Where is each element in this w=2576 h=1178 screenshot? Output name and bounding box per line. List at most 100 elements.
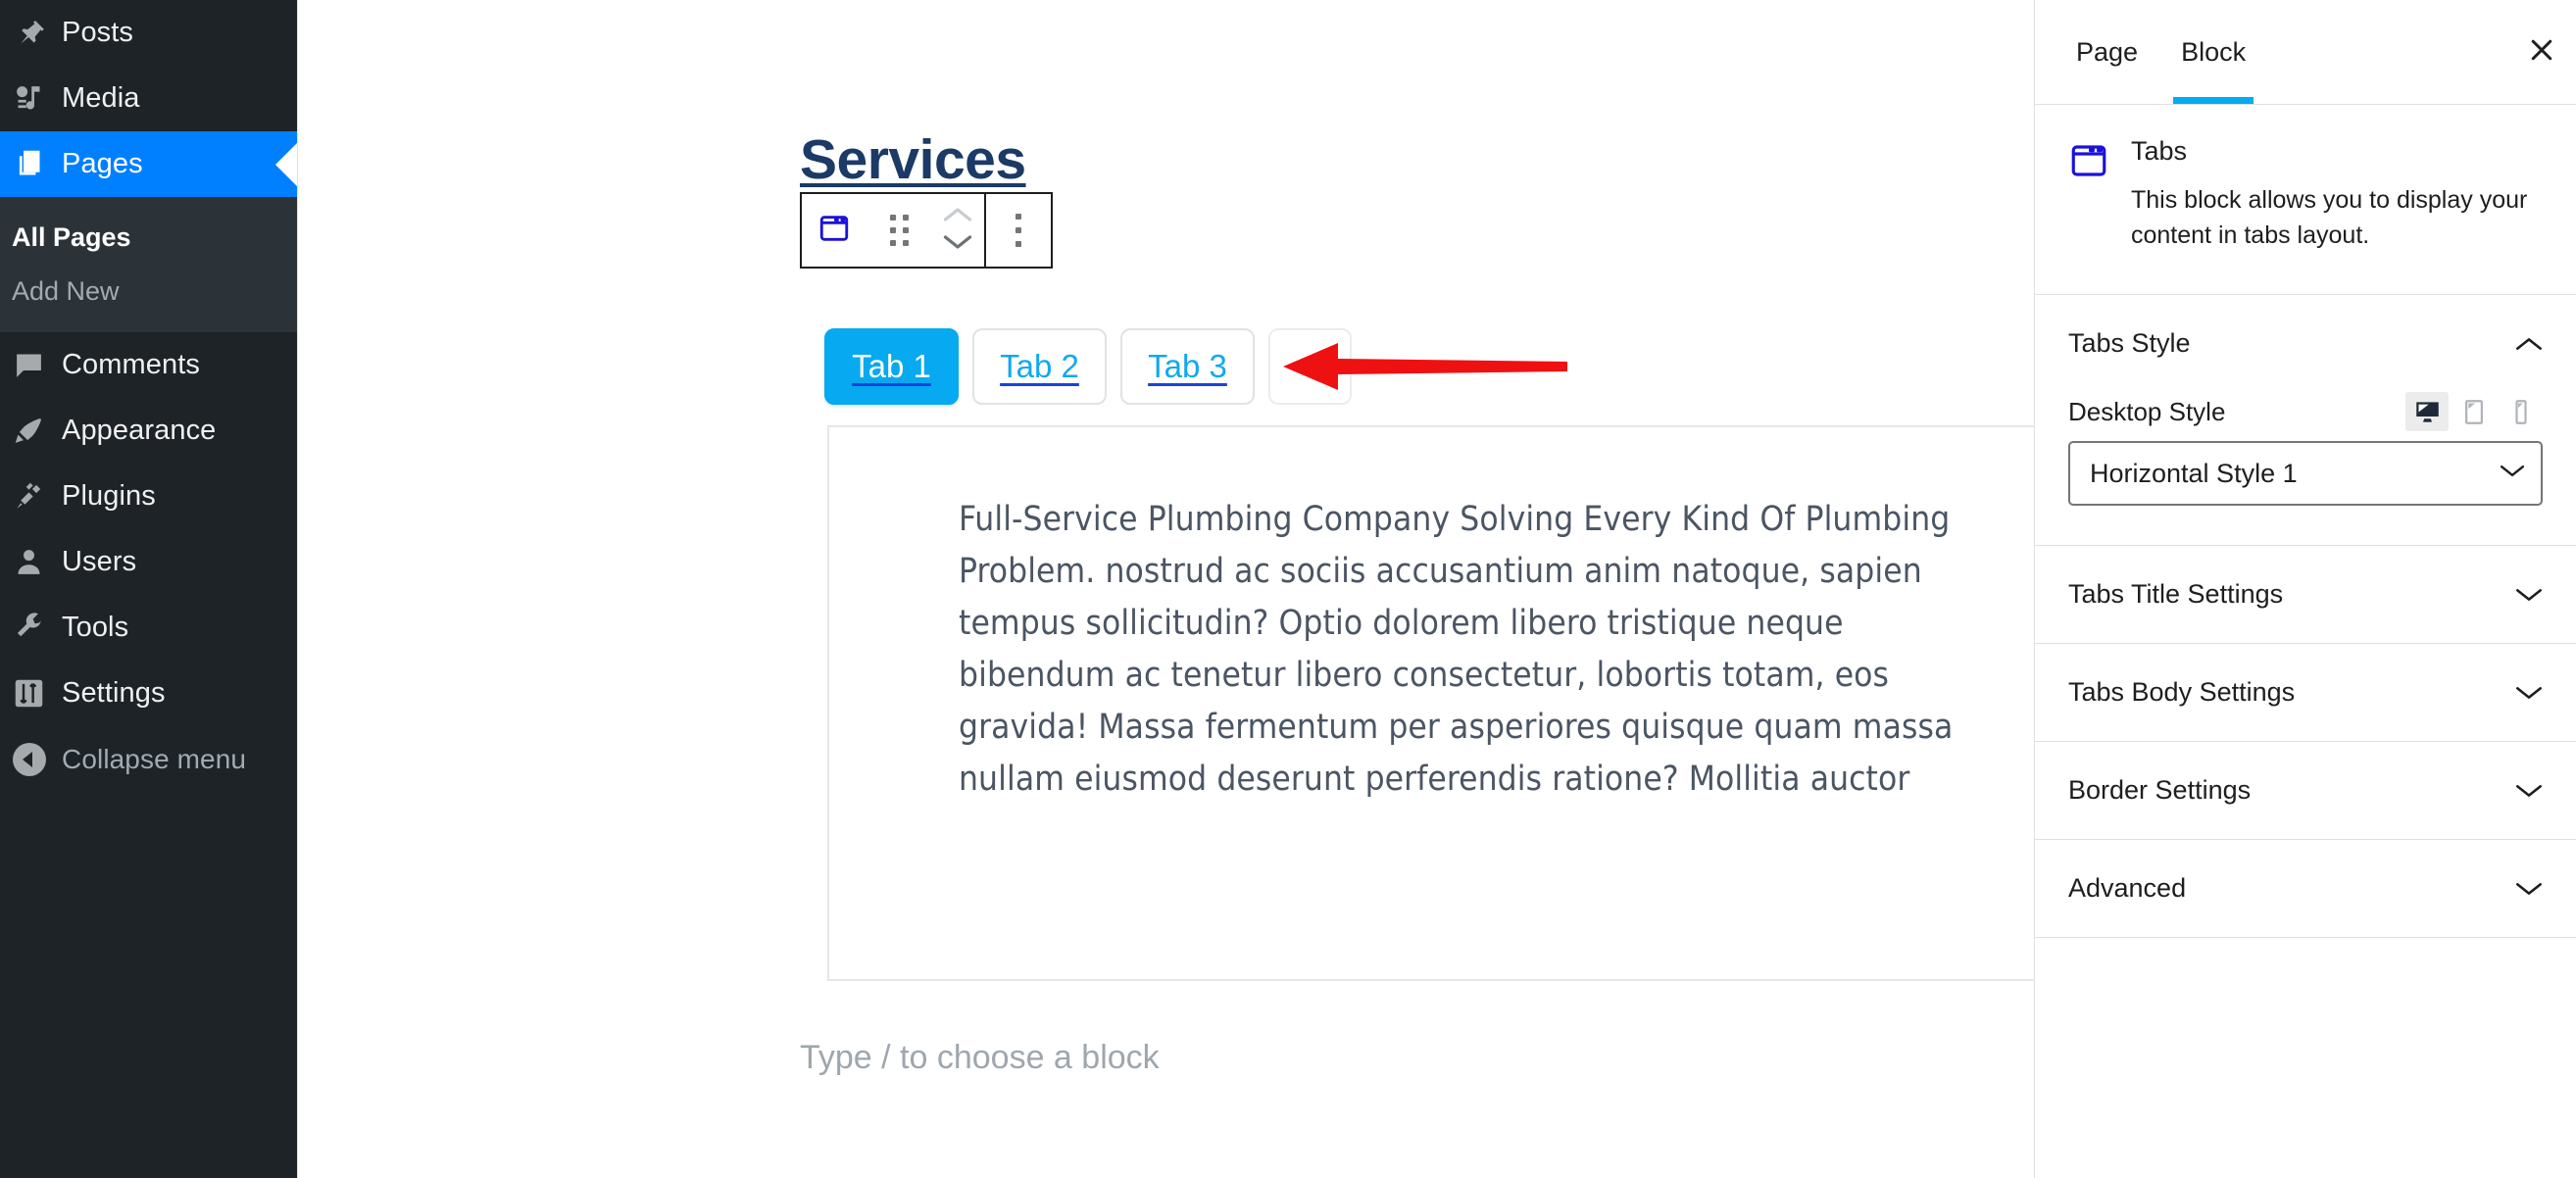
- page-title[interactable]: Services: [800, 127, 1026, 192]
- more-options-button[interactable]: [986, 194, 1051, 267]
- tab-label: Tab 3: [1148, 348, 1227, 384]
- chevron-up-icon[interactable]: [943, 206, 972, 228]
- ellipsis-vertical-icon: [1016, 214, 1021, 247]
- tab-label: Tab 2: [1000, 348, 1079, 384]
- tab-body-text[interactable]: Full-Service Plumbing Company Solving Ev…: [959, 494, 1958, 806]
- panel-title: Tabs Body Settings: [2068, 677, 2296, 707]
- panel-tabs-style-body: Desktop Style Horizontal Style 1: [2035, 392, 2576, 545]
- chevron-down-icon[interactable]: [943, 233, 972, 256]
- tab-button-2[interactable]: Tab 2: [972, 328, 1107, 405]
- sidebar-item-media[interactable]: Media: [0, 66, 297, 131]
- chevron-down-icon: [2515, 586, 2543, 604]
- editor-canvas[interactable]: Services Tab 1 Tab 2 Tab 3 + Full-Servic…: [297, 0, 2034, 1178]
- tab-block[interactable]: Block: [2159, 0, 2267, 104]
- sidebar-item-plugins[interactable]: Plugins: [0, 464, 297, 529]
- block-mover[interactable]: [931, 194, 984, 267]
- sidebar-item-tools[interactable]: Tools: [0, 595, 297, 661]
- chevron-down-icon: [2515, 880, 2543, 898]
- panel-title: Tabs Title Settings: [2068, 579, 2284, 609]
- default-block-appender[interactable]: Type / to choose a block: [800, 1039, 1160, 1077]
- desktop-style-select[interactable]: Horizontal Style 1: [2068, 441, 2543, 506]
- collapse-menu-button[interactable]: Collapse menu: [0, 726, 297, 792]
- tab-button-3[interactable]: Tab 3: [1120, 328, 1255, 405]
- tabs-block-icon: [817, 212, 851, 250]
- sidebar-item-label: Users: [62, 546, 137, 577]
- panel-tabs-title-settings-header[interactable]: Tabs Title Settings: [2035, 546, 2576, 643]
- sidebar-item-comments[interactable]: Comments: [0, 332, 297, 398]
- panel-tabs-body-settings-header[interactable]: Tabs Body Settings: [2035, 644, 2576, 741]
- drag-handle-button[interactable]: [867, 194, 931, 267]
- mobile-icon[interactable]: [2500, 392, 2543, 431]
- panel-advanced: Advanced: [2035, 840, 2576, 938]
- submenu-item-all-pages[interactable]: All Pages: [0, 211, 297, 265]
- panel-tabs-style: Tabs Style Desktop Style Horizontal Styl…: [2035, 295, 2576, 546]
- desktop-style-select-wrapper: Horizontal Style 1: [2068, 441, 2543, 506]
- close-icon: [2527, 35, 2556, 70]
- pages-icon: [12, 147, 46, 181]
- pin-icon: [12, 16, 46, 50]
- current-menu-pointer: [275, 141, 298, 187]
- sidebar-item-label: Plugins: [62, 480, 156, 512]
- block-info-card: Tabs This block allows you to display yo…: [2035, 105, 2576, 295]
- block-toolbar: [800, 192, 1053, 269]
- desktop-style-select-value: Horizontal Style 1: [2090, 458, 2298, 488]
- panel-title: Tabs Style: [2068, 328, 2191, 358]
- chevron-up-icon: [2515, 335, 2543, 353]
- tab-block-label: Block: [2181, 36, 2247, 67]
- panel-tabs-body-settings: Tabs Body Settings: [2035, 644, 2576, 742]
- block-title: Tabs: [2131, 136, 2188, 166]
- block-inspector-sidebar: Page Block Tabs This block allows you to…: [2034, 0, 2576, 1178]
- wordpress-block-editor: Posts Media Pages All Pages Add New Comm…: [0, 0, 2576, 1178]
- plugin-icon: [12, 479, 46, 514]
- collapse-arrow-icon: [12, 742, 46, 776]
- settings-sliders-icon: [12, 676, 46, 711]
- tab-content-panel[interactable]: Full-Service Plumbing Company Solving Ev…: [827, 425, 2034, 981]
- submenu-item-label: All Pages: [12, 222, 131, 252]
- paintbrush-icon: [12, 414, 46, 448]
- desktop-icon[interactable]: [2405, 392, 2449, 431]
- panel-border-settings-header[interactable]: Border Settings: [2035, 742, 2576, 839]
- submenu-item-label: Add New: [12, 276, 120, 306]
- panel-title: Border Settings: [2068, 775, 2252, 805]
- tablet-icon[interactable]: [2452, 392, 2496, 431]
- submenu-item-add-new[interactable]: Add New: [0, 265, 297, 319]
- sidebar-item-label: Appearance: [62, 415, 217, 446]
- drag-handle-icon: [889, 215, 909, 246]
- tab-page[interactable]: Page: [2055, 0, 2159, 104]
- sidebar-item-pages[interactable]: Pages: [0, 131, 298, 197]
- sidebar-item-settings[interactable]: Settings: [0, 661, 297, 726]
- block-description: This block allows you to display your co…: [2131, 186, 2528, 249]
- sidebar-item-users[interactable]: Users: [0, 529, 297, 595]
- sidebar-item-label: Media: [62, 82, 140, 114]
- panel-border-settings: Border Settings: [2035, 742, 2576, 840]
- add-tab-button[interactable]: +: [1268, 328, 1352, 405]
- sidebar-item-label: Settings: [62, 677, 166, 709]
- chevron-down-icon: [2515, 684, 2543, 702]
- panel-tabs-style-header[interactable]: Tabs Style: [2035, 295, 2576, 392]
- collapse-menu-label: Collapse menu: [62, 743, 247, 774]
- sidebar-item-appearance[interactable]: Appearance: [0, 398, 297, 464]
- chevron-down-icon: [2515, 782, 2543, 800]
- block-toolbar-options-group: [986, 194, 1051, 267]
- sidebar-item-posts[interactable]: Posts: [0, 0, 297, 66]
- tabs-block-icon: [2068, 140, 2109, 253]
- panel-advanced-header[interactable]: Advanced: [2035, 840, 2576, 937]
- sidebar-item-label: Tools: [62, 612, 129, 643]
- sidebar-item-label: Pages: [62, 148, 143, 179]
- desktop-style-field-row: Desktop Style: [2068, 392, 2543, 431]
- tab-page-label: Page: [2076, 36, 2139, 67]
- user-icon: [12, 545, 46, 579]
- sidebar-item-label: Posts: [62, 17, 134, 48]
- close-sidebar-button[interactable]: [2507, 0, 2576, 104]
- block-toolbar-main-group: [802, 194, 984, 267]
- tab-label: Tab 1: [852, 348, 931, 384]
- comment-icon: [12, 348, 46, 382]
- sidebar-item-label: Comments: [62, 349, 200, 380]
- block-type-button[interactable]: [802, 194, 867, 267]
- panel-title: Advanced: [2068, 873, 2187, 903]
- tabs-nav: Tab 1 Tab 2 Tab 3 +: [824, 328, 1352, 405]
- plus-icon: +: [1298, 345, 1322, 388]
- admin-sidebar: Posts Media Pages All Pages Add New Comm…: [0, 0, 298, 1178]
- tab-button-1[interactable]: Tab 1: [824, 328, 959, 405]
- wrench-icon: [12, 611, 46, 645]
